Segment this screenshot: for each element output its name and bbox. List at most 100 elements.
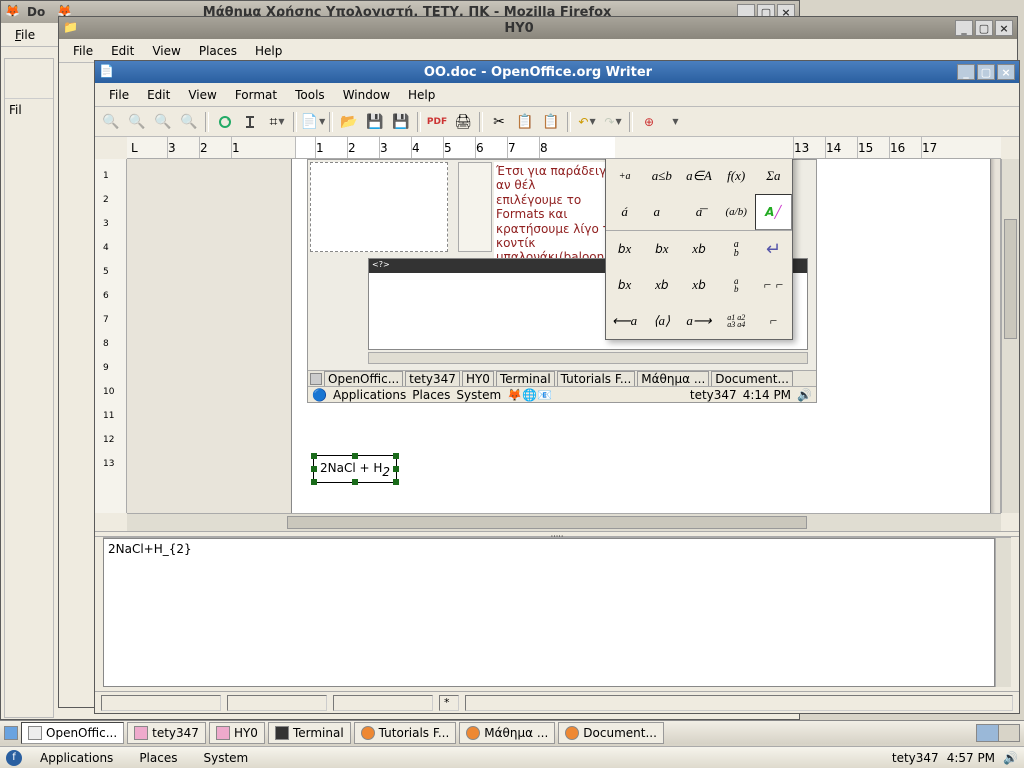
sel-rsub[interactable]: xb [680,267,717,303]
horizontal-scrollbar[interactable] [127,513,1001,531]
formula-sub: 2 [382,465,390,479]
sel-csub[interactable]: xb [643,267,680,303]
show-desktop-icon[interactable] [4,726,18,740]
fm-maximize-button[interactable]: ▢ [975,20,993,36]
fm-menu-places[interactable]: Places [191,41,245,61]
sel-frac[interactable]: ab [718,231,755,267]
open-icon[interactable]: 📂 [337,110,361,134]
sel-rsup[interactable]: xb [680,231,717,267]
sel-attributes[interactable]: á [606,194,643,230]
selection-panel[interactable]: 🔷 Selection × +a a≤b a∈A f(x) Σa á a⃗ a͞… [605,159,793,340]
undo-icon[interactable]: ↶▼ [575,110,599,134]
panel-time[interactable]: 4:57 PM [947,751,995,765]
sel-lsub2[interactable]: bx [606,267,643,303]
panel-system[interactable]: System [195,748,256,768]
taskbtn-terminal[interactable]: Terminal [268,722,351,744]
panel-applications[interactable]: Applications [32,748,121,768]
math-formula-object[interactable]: 2NaCl + H2 [313,455,397,483]
fm-menu-file[interactable]: File [65,41,101,61]
help-icon[interactable]: ⊕ [637,110,661,134]
sel-alignr[interactable]: a⟶ [680,303,717,339]
inner-task-openoffice: OpenOffic... [324,371,403,387]
pdf-export-icon[interactable]: PDF [425,110,449,134]
ow-maximize-button[interactable]: ▢ [977,64,995,80]
fedora-logo-icon[interactable]: f [6,750,22,766]
sel-functions[interactable]: f(x) [718,159,755,194]
sel-setops[interactable]: a∈A [680,159,717,194]
filemanager-titlebar[interactable]: 📁 HY0 _ ▢ × [59,17,1017,39]
panel-places[interactable]: Places [131,748,185,768]
sel-lsup[interactable]: bx [643,231,680,267]
sel-lsub[interactable]: bx [606,231,643,267]
ow-close-button[interactable]: × [997,64,1015,80]
cmd-scrollbar[interactable] [995,538,1011,687]
sel-vec[interactable]: a⃗ [643,194,680,230]
status-modified: * [439,695,459,711]
workspace-switcher[interactable] [976,724,1020,742]
sel-bar[interactable]: a͞ [680,194,717,230]
ow-menu-format[interactable]: Format [227,85,285,105]
volume-icon[interactable]: 🔊 [1003,751,1018,765]
ow-menu-edit[interactable]: Edit [139,85,178,105]
writer-titlebar[interactable]: 📄 OO.doc - OpenOffice.org Writer _ ▢ × [95,61,1019,83]
horizontal-ruler[interactable]: L 3 2 1 1 2 3 4 5 6 7 8 13 14 15 16 17 [127,137,1001,159]
cursor-icon[interactable] [239,110,263,134]
vertical-ruler[interactable]: 1 2 3 4 5 6 7 8 9 10 11 12 13 [95,159,127,513]
ow-minimize-button[interactable]: _ [957,64,975,80]
taskbtn-document[interactable]: Document... [558,722,664,744]
sel-relations[interactable]: a≤b [643,159,680,194]
sel-matrix[interactable]: a1 a2a3 a4 [718,303,755,339]
inner-task-terminal: Terminal [496,371,555,387]
ow-menu-help[interactable]: Help [400,85,443,105]
formula-command-input[interactable]: 2NaCl+H_{2} [103,538,995,687]
zoom-page-icon[interactable]: 🔍 [177,110,201,134]
zoom-100-icon[interactable]: 🔍 [151,110,175,134]
document-area[interactable]: Έτσι για παράδειγμα αν θέλ επιλέγουμε το… [127,159,1001,513]
formula-rendered: 2NaCl + H [320,461,382,475]
fm-menu-edit[interactable]: Edit [103,41,142,61]
sel-formats[interactable]: A╱ [755,194,792,230]
fm-menu-view[interactable]: View [144,41,188,61]
sel-blank[interactable]: ⌐ [755,303,792,339]
ow-menu-tools[interactable]: Tools [287,85,333,105]
writer-menubar: File Edit View Format Tools Window Help [95,83,1019,107]
sel-brackets[interactable]: (a/b) [718,194,755,230]
sel-alignl[interactable]: ⟵a [606,303,643,339]
taskbtn-hy0[interactable]: HY0 [209,722,265,744]
new-doc-icon[interactable]: 📄▼ [301,110,325,134]
save-as-icon[interactable]: 💾 [389,110,413,134]
taskbtn-tutorials[interactable]: Tutorials F... [354,722,457,744]
ow-menu-window[interactable]: Window [335,85,398,105]
taskbtn-openoffice[interactable]: OpenOffic... [21,722,124,744]
grid-icon[interactable]: ⌗▼ [265,110,289,134]
fm-close-button[interactable]: × [995,20,1013,36]
taskbtn-tety347[interactable]: tety347 [127,722,206,744]
sel-operators[interactable]: Σa [755,159,792,194]
panel-user[interactable]: tety347 [892,751,939,765]
refresh-icon[interactable] [213,110,237,134]
redo-icon[interactable]: ↷▼ [601,110,625,134]
cut-icon[interactable]: ✂ [487,110,511,134]
print-icon[interactable]: 🖨 [451,110,475,134]
sel-newline[interactable]: ↵ [755,231,792,267]
filemanager-title: HY0 [83,21,955,36]
paste-icon[interactable]: 📋 [539,110,563,134]
save-icon[interactable]: 💾 [363,110,387,134]
sel-unary[interactable]: +a [606,159,643,194]
copy-icon[interactable]: 📋 [513,110,537,134]
zoom-in-icon[interactable]: 🔍 [99,110,123,134]
zoom-out-icon[interactable]: 🔍 [125,110,149,134]
sel-gap[interactable]: ⌐ ⌐ [755,267,792,303]
window-list-taskbar: OpenOffic... tety347 HY0 Terminal Tutori… [0,720,1024,744]
firefox-menu-file[interactable]: File [7,25,43,45]
ow-menu-view[interactable]: View [180,85,224,105]
toolbar-overflow-icon[interactable]: ▼ [663,110,687,134]
ow-menu-file[interactable]: File [101,85,137,105]
sel-stack[interactable]: ab [718,267,755,303]
sel-alignc[interactable]: ⟨a⟩ [643,303,680,339]
fm-menu-help[interactable]: Help [247,41,290,61]
taskbtn-mathima[interactable]: Μάθημα ... [459,722,555,744]
vertical-scrollbar[interactable] [1001,159,1019,513]
fm-minimize-button[interactable]: _ [955,20,973,36]
status-cell-3 [333,695,433,711]
